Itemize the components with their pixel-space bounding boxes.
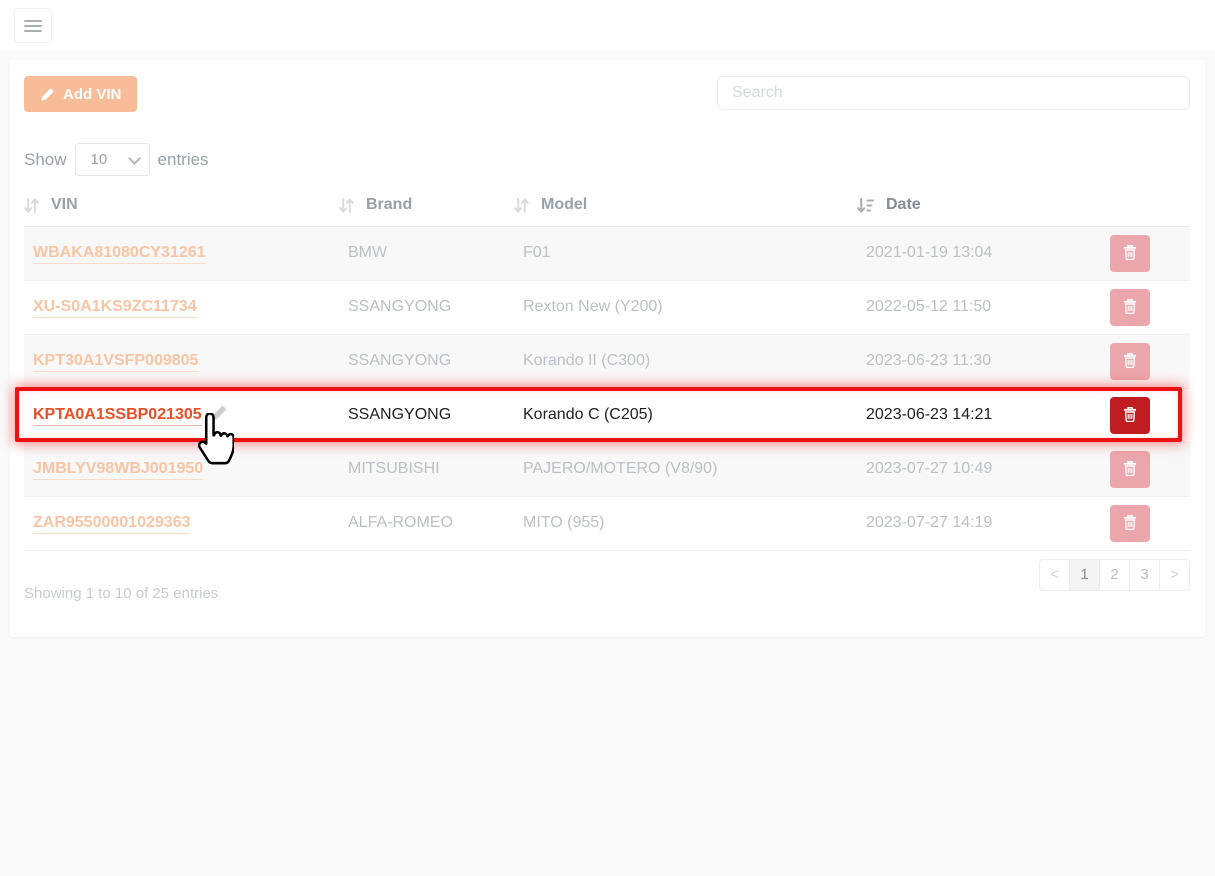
- vin-link[interactable]: KPT30A1VSFP009805: [33, 352, 198, 372]
- length-control: Show 10 entries: [24, 143, 1190, 176]
- column-header-date[interactable]: Date: [857, 185, 1100, 226]
- delete-button[interactable]: [1110, 343, 1150, 380]
- top-navbar: [0, 0, 1215, 50]
- date-cell: 2023-07-27 14:19: [857, 496, 1100, 550]
- pagination-page-1[interactable]: 1: [1069, 559, 1100, 591]
- pencil-icon: [40, 87, 55, 102]
- vin-link[interactable]: XU-S0A1KS9ZC11734: [33, 298, 197, 318]
- table-row: WBAKA81080CY31261 BMW F01 2021-01-19 13:…: [24, 226, 1190, 280]
- show-label: Show: [24, 150, 67, 170]
- hamburger-icon: [24, 20, 42, 22]
- model-cell: PAJERO/MOTERO (V8/90): [514, 442, 857, 496]
- table-footer: Showing 1 to 10 of 25 entries < 1 2 3 >: [24, 559, 1190, 602]
- delete-button[interactable]: [1110, 451, 1150, 488]
- brand-cell: SSANGYONG: [339, 334, 514, 388]
- trash-icon: [1123, 514, 1137, 533]
- date-cell: 2021-01-19 13:04: [857, 226, 1100, 280]
- add-vin-button[interactable]: Add VIN: [24, 76, 137, 112]
- trash-icon: [1123, 352, 1137, 371]
- pagination: < 1 2 3 >: [1039, 559, 1190, 591]
- date-cell: 2023-07-27 10:49: [857, 442, 1100, 496]
- column-header-brand[interactable]: Brand: [339, 185, 514, 226]
- column-label: Date: [886, 196, 921, 214]
- search-input[interactable]: [717, 76, 1190, 110]
- sort-icon: [339, 197, 354, 214]
- vin-table: VIN Brand: [24, 185, 1190, 551]
- column-header-model[interactable]: Model: [514, 185, 857, 226]
- sort-icon: [24, 197, 39, 214]
- table-header-row: VIN Brand: [24, 185, 1190, 226]
- hamburger-icon: [24, 30, 42, 32]
- date-cell: 2022-05-12 11:50: [857, 280, 1100, 334]
- date-cell: 2023-06-23 11:30: [857, 334, 1100, 388]
- brand-cell: SSANGYONG: [339, 280, 514, 334]
- trash-icon: [1123, 298, 1137, 317]
- delete-button[interactable]: [1110, 397, 1150, 434]
- delete-button[interactable]: [1110, 505, 1150, 542]
- sort-icon: [514, 197, 529, 214]
- trash-icon: [1123, 244, 1137, 263]
- sort-descending-icon: [857, 197, 874, 214]
- table-row: XU-S0A1KS9ZC11734 SSANGYONG Rexton New (…: [24, 280, 1190, 334]
- table-row: KPT30A1VSFP009805 SSANGYONG Korando II (…: [24, 334, 1190, 388]
- edit-pencil-icon: [210, 404, 228, 427]
- model-cell: F01: [514, 226, 857, 280]
- column-header-vin[interactable]: VIN: [24, 185, 339, 226]
- vin-link[interactable]: WBAKA81080CY31261: [33, 244, 206, 264]
- entries-select[interactable]: 10: [75, 143, 150, 176]
- column-header-actions: [1100, 185, 1190, 226]
- date-cell: 2023-06-23 14:21: [857, 388, 1100, 442]
- hamburger-menu-button[interactable]: [14, 8, 52, 43]
- brand-cell: SSANGYONG: [339, 388, 514, 442]
- brand-cell: BMW: [339, 226, 514, 280]
- vin-link-target[interactable]: KPTA0A1SSBP021305: [33, 406, 202, 426]
- add-vin-label: Add VIN: [63, 86, 121, 103]
- trash-icon: [1123, 460, 1137, 479]
- pagination-page-2[interactable]: 2: [1099, 559, 1130, 591]
- pagination-next-button[interactable]: >: [1159, 559, 1190, 591]
- table-row-highlighted: KPTA0A1SSBP021305 SSANGYONG Korando C (C…: [24, 388, 1190, 442]
- entries-select-wrap: 10: [75, 143, 150, 176]
- column-label: Brand: [366, 196, 412, 214]
- column-label: Model: [541, 196, 587, 214]
- brand-cell: MITSUBISHI: [339, 442, 514, 496]
- vin-link[interactable]: ZAR95500001029363: [33, 514, 190, 534]
- entries-label: entries: [158, 150, 209, 170]
- trash-icon: [1123, 406, 1137, 425]
- column-label: VIN: [51, 196, 78, 214]
- model-cell: Korando C (C205): [514, 388, 857, 442]
- entries-info: Showing 1 to 10 of 25 entries: [24, 585, 218, 602]
- brand-cell: ALFA-ROMEO: [339, 496, 514, 550]
- pagination-prev-button[interactable]: <: [1039, 559, 1070, 591]
- vin-table-card: Add VIN Show 10 entries: [10, 60, 1205, 637]
- vin-link[interactable]: JMBLYV98WBJ001950: [33, 460, 203, 480]
- model-cell: Korando II (C300): [514, 334, 857, 388]
- page-background: Add VIN Show 10 entries: [0, 50, 1215, 647]
- table-row: ZAR95500001029363 ALFA-ROMEO MITO (955) …: [24, 496, 1190, 550]
- delete-button[interactable]: [1110, 289, 1150, 326]
- toolbar: Add VIN: [24, 76, 1190, 112]
- hamburger-icon: [24, 25, 42, 27]
- table-row: JMBLYV98WBJ001950 MITSUBISHI PAJERO/MOTE…: [24, 442, 1190, 496]
- model-cell: Rexton New (Y200): [514, 280, 857, 334]
- pagination-page-3[interactable]: 3: [1129, 559, 1160, 591]
- delete-button[interactable]: [1110, 235, 1150, 272]
- model-cell: MITO (955): [514, 496, 857, 550]
